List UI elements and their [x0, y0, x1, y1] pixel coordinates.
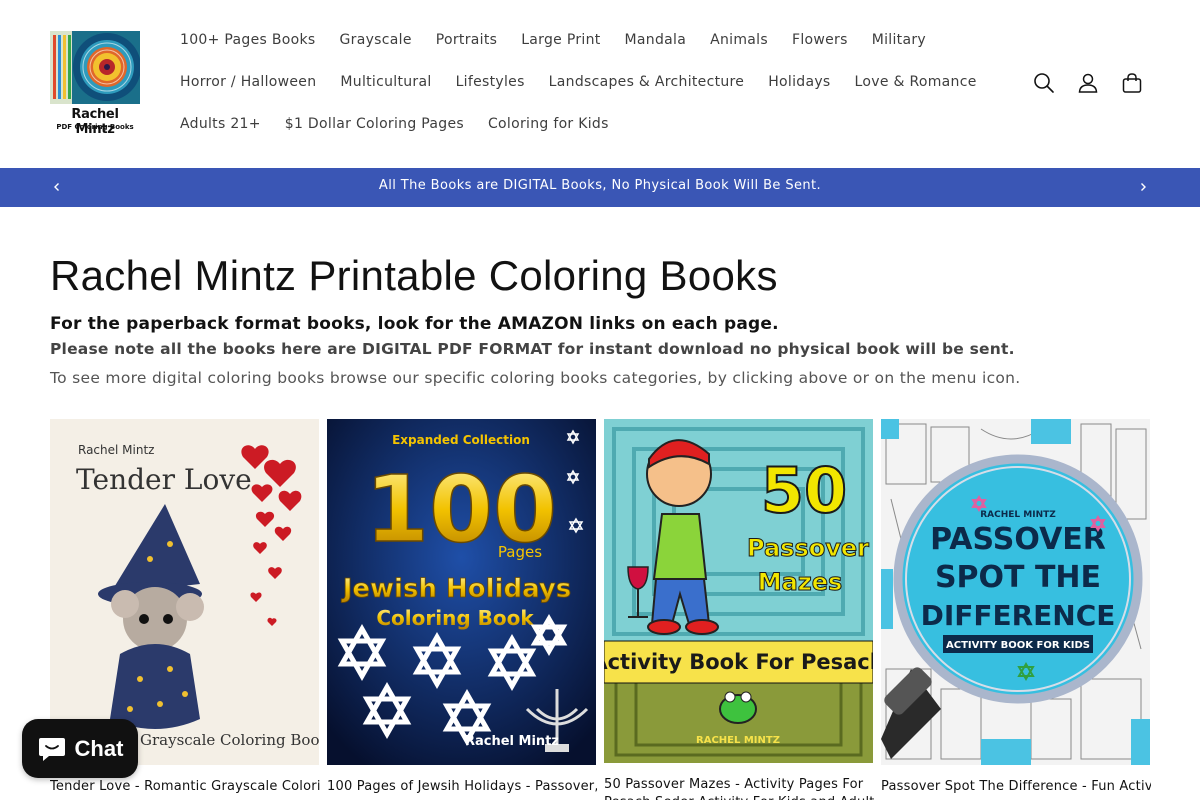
nav-item-holidays[interactable]: Holidays [756, 74, 842, 94]
chat-button[interactable]: Chat [22, 719, 138, 778]
cover-line1: PASSOVER [930, 522, 1106, 557]
cover-big-number: 50 [761, 454, 847, 527]
chat-bubble-icon [38, 737, 65, 761]
chat-label: Chat [74, 735, 124, 761]
nav-item-lifestyles[interactable]: Lifestyles [444, 74, 537, 94]
nav-item-military[interactable]: Military [860, 32, 938, 52]
cover-footer: Grayscale Coloring Book [140, 731, 319, 749]
cover-heading: Tender Love [76, 463, 252, 496]
product-image-tender-love[interactable]: Rachel Mintz Tender Love Grayscale Color… [50, 419, 319, 765]
site-header: Rachel Mintz PDF Coloring Books 100+ Pag… [0, 0, 1200, 168]
paperback-note: For the paperback format books, look for… [50, 314, 779, 334]
nav-item-coloring-for-kids[interactable]: Coloring for Kids [476, 116, 621, 136]
logo-tagline: PDF Coloring Books [56, 123, 134, 131]
chevron-right-icon [1141, 183, 1146, 191]
cover-author: RACHEL MINTZ [980, 510, 1056, 520]
cover-pages-word: Pages [498, 543, 542, 561]
nav-row-1: 100+ Pages Books Grayscale Portraits Lar… [168, 32, 938, 52]
cover-subtitle: ACTIVITY BOOK FOR KIDS [946, 640, 1090, 651]
page-title: Rachel Mintz Printable Coloring Books [50, 252, 778, 299]
cover-author: RACHEL MINTZ [696, 735, 780, 746]
nav-item-100-pages-books[interactable]: 100+ Pages Books [168, 32, 327, 52]
cover-line3: DIFFERENCE [921, 599, 1116, 632]
digital-format-note: Please note all the books here are DIGIT… [50, 340, 1015, 358]
nav-item-grayscale[interactable]: Grayscale [327, 32, 423, 52]
logo-name: Rachel Mintz [71, 107, 119, 137]
nav-item-large-print[interactable]: Large Print [509, 32, 612, 52]
product-title[interactable]: Passover Spot The Difference - Fun Activ… [881, 779, 1151, 794]
nav-item-horror-halloween[interactable]: Horror / Halloween [168, 74, 328, 94]
announcement-next-button[interactable] [1134, 178, 1152, 196]
nav-item-animals[interactable]: Animals [698, 32, 780, 52]
product-title[interactable]: Tender Love - Romantic Grayscale Colorin… [50, 779, 320, 794]
cover-line2: Coloring Book [376, 606, 534, 630]
cart-icon[interactable] [1119, 70, 1145, 96]
cover-line2: SPOT THE [935, 560, 1101, 595]
nav-item-portraits[interactable]: Portraits [424, 32, 509, 52]
cover-line1: Jewish Holidays [341, 574, 572, 604]
nav-item-love-romance[interactable]: Love & Romance [843, 74, 989, 94]
cover-line1: Passover [747, 534, 869, 562]
logo-mandala-art [50, 31, 140, 104]
product-card-jewish-holidays[interactable]: Expanded Collection 100 Pages Jewish Hol… [327, 419, 597, 794]
cover-author: Rachel Mintz [78, 443, 154, 457]
browse-categories-note: To see more digital coloring books brows… [50, 369, 1021, 387]
product-card-tender-love[interactable]: Rachel Mintz Tender Love Grayscale Color… [50, 419, 320, 794]
product-title[interactable]: 50 Passover Mazes - Activity Pages For [604, 777, 874, 792]
nav-item-flowers[interactable]: Flowers [780, 32, 860, 52]
nav-item-adults-21[interactable]: Adults 21+ [168, 116, 273, 136]
cover-top: Expanded Collection [392, 433, 530, 447]
product-title-line2[interactable]: Pesach Seder Activity For Kids and Adult [604, 795, 874, 800]
product-card-passover-mazes[interactable]: 50 Passover Mazes Activity Book For Pesa… [604, 419, 874, 800]
nav-item-landscapes-architecture[interactable]: Landscapes & Architecture [537, 74, 757, 94]
cover-banner: Activity Book For Pesach [604, 650, 873, 674]
product-image-passover-spot-difference[interactable]: RACHEL MINTZ PASSOVER SPOT THE DIFFERENC… [881, 419, 1150, 765]
announcement-text: All The Books are DIGITAL Books, No Phys… [378, 178, 822, 193]
cover-author: Rachel Mintz [465, 734, 559, 749]
product-card-passover-spot-difference[interactable]: RACHEL MINTZ PASSOVER SPOT THE DIFFERENC… [881, 419, 1151, 794]
product-image-passover-mazes[interactable]: 50 Passover Mazes Activity Book For Pesa… [604, 419, 873, 763]
product-title[interactable]: 100 Pages of Jewsih Holidays - Passover, [327, 779, 597, 794]
site-logo[interactable]: Rachel Mintz PDF Coloring Books [50, 31, 140, 137]
cover-line2: Mazes [758, 568, 843, 596]
product-image-jewish-holidays[interactable]: Expanded Collection 100 Pages Jewish Hol… [327, 419, 596, 765]
nav-item-multicultural[interactable]: Multicultural [328, 74, 443, 94]
account-icon[interactable] [1075, 70, 1101, 96]
nav-item-1-dollar-pages[interactable]: $1 Dollar Coloring Pages [273, 116, 476, 136]
nav-row-2: Horror / Halloween Multicultural Lifesty… [168, 74, 989, 94]
nav-item-mandala[interactable]: Mandala [613, 32, 699, 52]
nav-row-3: Adults 21+ $1 Dollar Coloring Pages Colo… [168, 116, 621, 136]
search-icon[interactable] [1031, 70, 1057, 96]
announcement-bar: All The Books are DIGITAL Books, No Phys… [0, 168, 1200, 207]
